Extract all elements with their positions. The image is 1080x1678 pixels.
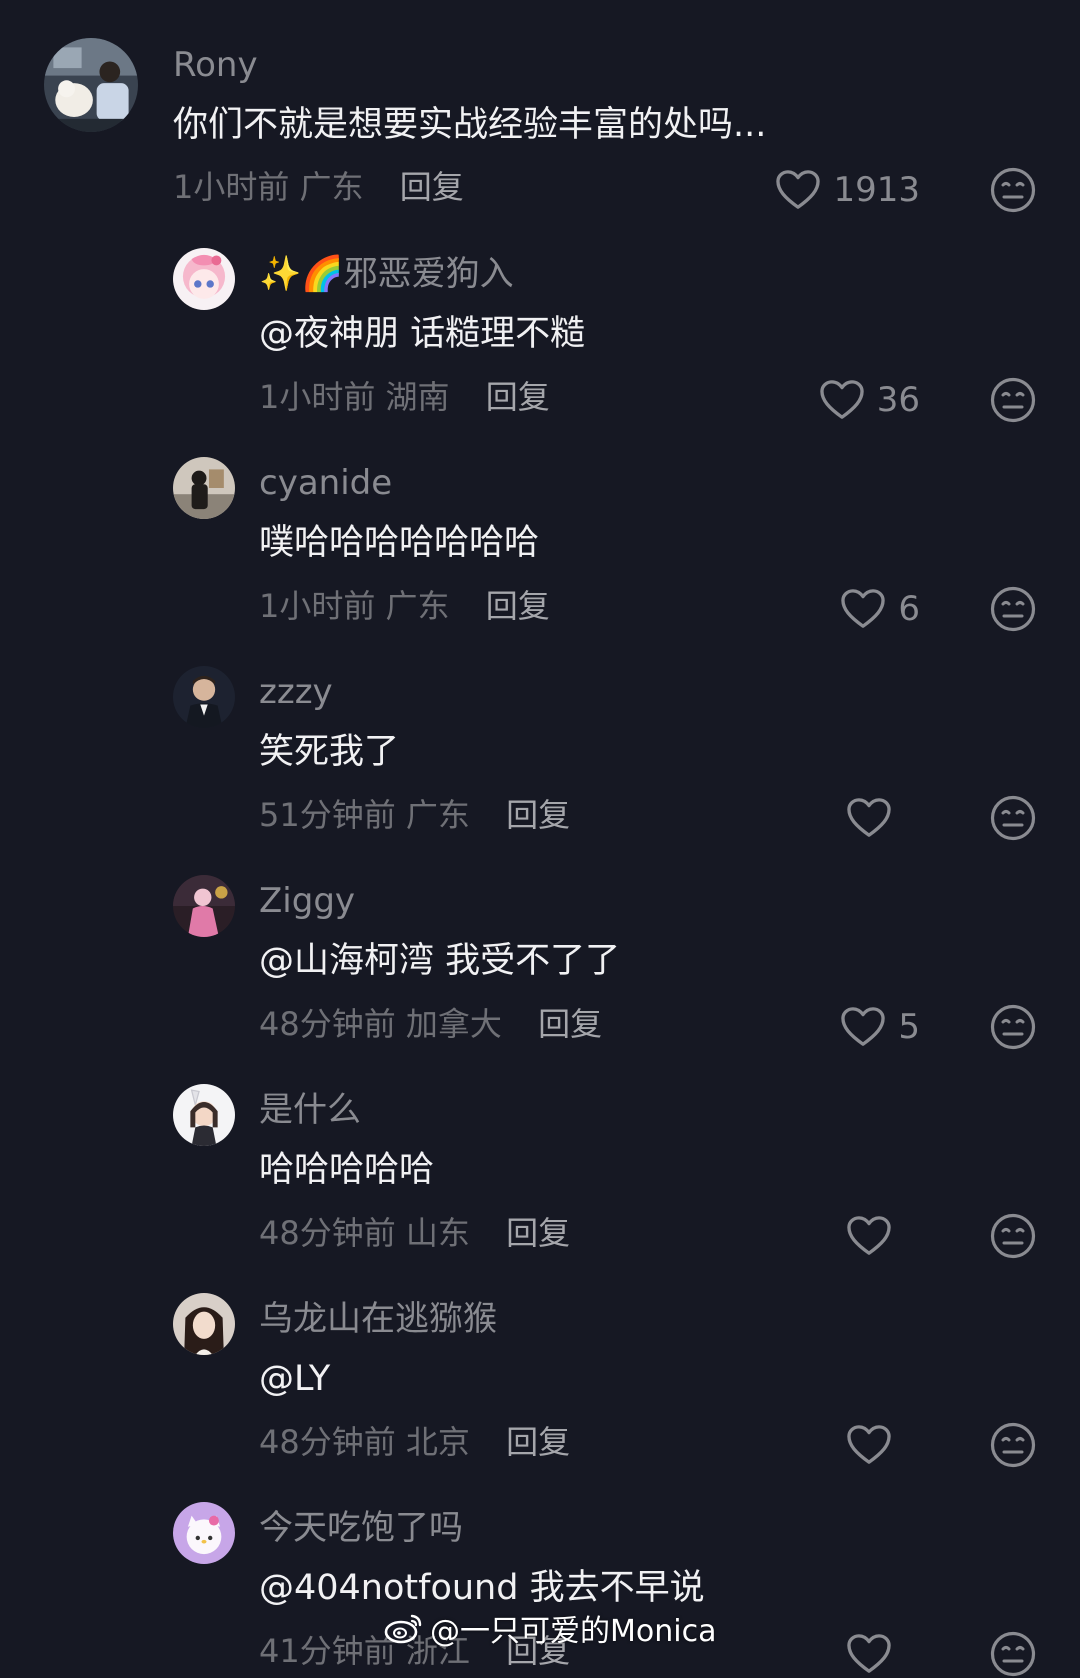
- dislike-button[interactable]: [990, 167, 1036, 213]
- weibo-logo-icon: [384, 1612, 424, 1644]
- heart-outline-icon: [846, 1215, 892, 1257]
- avatar[interactable]: [173, 666, 235, 728]
- avatar[interactable]: [173, 457, 235, 519]
- comment-text: @404notfound 我去不早说: [259, 1568, 705, 1608]
- like-button[interactable]: 36: [819, 376, 920, 424]
- like-button[interactable]: [846, 1212, 892, 1260]
- username[interactable]: Rony: [173, 45, 258, 85]
- dislike-button[interactable]: [990, 1213, 1036, 1259]
- neutral-face-icon: [990, 1213, 1036, 1259]
- comment-location: 广东: [405, 796, 470, 834]
- username[interactable]: 今天吃饱了吗: [259, 1508, 463, 1548]
- like-button[interactable]: 1913: [775, 166, 920, 214]
- comment-meta: 1小时前 广东 回复: [259, 587, 550, 625]
- reply-button[interactable]: 回复: [486, 378, 550, 416]
- dislike-button[interactable]: [990, 1422, 1036, 1468]
- avatar[interactable]: [173, 1502, 235, 1564]
- comment-location: 广东: [299, 168, 364, 206]
- username[interactable]: cyanide: [259, 463, 392, 503]
- heart-outline-icon: [840, 588, 886, 630]
- comment-time: 48分钟前: [259, 1214, 396, 1252]
- like-count: 1913: [833, 170, 920, 210]
- comment-text: @LY: [259, 1359, 331, 1399]
- reply-button[interactable]: 回复: [506, 796, 570, 834]
- heart-outline-icon: [819, 379, 865, 421]
- avatar[interactable]: [44, 38, 138, 132]
- comment-time: 48分钟前: [259, 1005, 396, 1043]
- reply-button[interactable]: 回复: [506, 1214, 570, 1252]
- comment-time: 1小时前: [259, 378, 376, 416]
- like-button[interactable]: [846, 1630, 892, 1678]
- dislike-button[interactable]: [990, 377, 1036, 423]
- like-button[interactable]: 5: [840, 1003, 920, 1051]
- heart-outline-icon: [846, 797, 892, 839]
- neutral-face-icon: [990, 1004, 1036, 1050]
- comment-meta: 48分钟前 北京 回复: [259, 1423, 570, 1461]
- comment-time: 1小时前: [173, 168, 290, 206]
- neutral-face-icon: [990, 167, 1036, 213]
- reply-button[interactable]: 回复: [486, 587, 550, 625]
- comment-location: 广东: [385, 587, 450, 625]
- comment-time: 51分钟前: [259, 796, 396, 834]
- comment-location: 湖南: [385, 378, 450, 416]
- comment-text: 笑死我了: [259, 732, 400, 772]
- dislike-button[interactable]: [990, 795, 1036, 841]
- avatar[interactable]: [173, 1084, 235, 1146]
- dislike-button[interactable]: [990, 1631, 1036, 1677]
- heart-outline-icon: [775, 169, 821, 211]
- comment-location: 山东: [405, 1214, 470, 1252]
- reply-button[interactable]: 回复: [506, 1423, 570, 1461]
- username[interactable]: zzzy: [259, 672, 333, 712]
- comment-time: 48分钟前: [259, 1423, 396, 1461]
- username[interactable]: ✨🌈邪恶爱狗入: [259, 254, 514, 294]
- like-count: 6: [898, 589, 920, 629]
- neutral-face-icon: [990, 1422, 1036, 1468]
- reply-button[interactable]: 回复: [400, 168, 464, 206]
- neutral-face-icon: [990, 795, 1036, 841]
- avatar[interactable]: [173, 875, 235, 937]
- dislike-button[interactable]: [990, 1004, 1036, 1050]
- neutral-face-icon: [990, 586, 1036, 632]
- watermark-text: @一只可爱的Monica: [430, 1614, 717, 1649]
- dislike-button[interactable]: [990, 586, 1036, 632]
- like-count: 5: [898, 1007, 920, 1047]
- like-button[interactable]: 6: [840, 585, 920, 633]
- comment-meta: 1小时前 广东 回复: [173, 168, 464, 206]
- like-count: 36: [876, 380, 920, 420]
- neutral-face-icon: [990, 377, 1036, 423]
- comment-time: 1小时前: [259, 587, 376, 625]
- comment-text: 你们不就是想要实战经验丰富的处吗...: [173, 105, 767, 145]
- avatar[interactable]: [173, 1293, 235, 1355]
- watermark: @一只可爱的Monica: [384, 1606, 716, 1650]
- comment-text: 噗哈哈哈哈哈哈哈: [259, 523, 540, 563]
- like-button[interactable]: [846, 794, 892, 842]
- heart-outline-icon: [846, 1633, 892, 1675]
- comment-text: @夜神朋 话糙理不糙: [259, 314, 586, 354]
- comment-text: 哈哈哈哈哈: [259, 1150, 435, 1190]
- like-button[interactable]: [846, 1421, 892, 1469]
- comment-location: 加拿大: [405, 1005, 502, 1043]
- heart-outline-icon: [840, 1006, 886, 1048]
- comment-meta: 48分钟前 加拿大 回复: [259, 1005, 602, 1043]
- comment-location: 北京: [405, 1423, 470, 1461]
- comment-meta: 1小时前 湖南 回复: [259, 378, 550, 416]
- username[interactable]: 乌龙山在逃猕猴: [259, 1299, 497, 1339]
- comment-time: 41分钟前: [259, 1632, 396, 1670]
- comment-meta: 48分钟前 山东 回复: [259, 1214, 570, 1252]
- comment-meta: 51分钟前 广东 回复: [259, 796, 570, 834]
- username[interactable]: Ziggy: [259, 881, 355, 921]
- reply-button[interactable]: 回复: [538, 1005, 602, 1043]
- neutral-face-icon: [990, 1631, 1036, 1677]
- username[interactable]: 是什么: [259, 1090, 361, 1130]
- avatar[interactable]: [173, 248, 235, 310]
- comment-text: @山海柯湾 我受不了了: [259, 941, 621, 981]
- heart-outline-icon: [846, 1424, 892, 1466]
